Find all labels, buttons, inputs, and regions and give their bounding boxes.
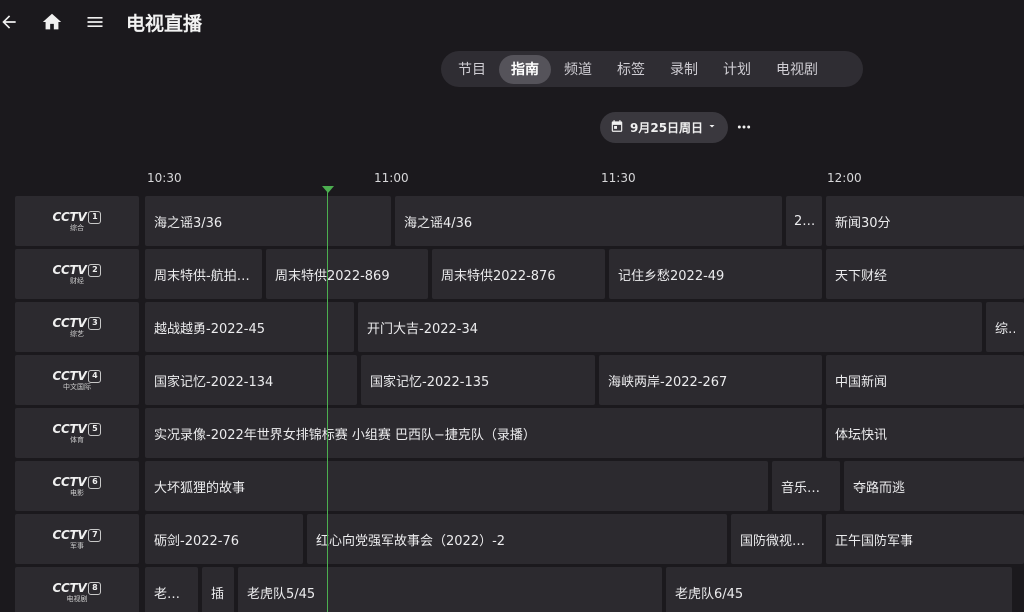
channel-logo: CCTV 2 财经	[53, 263, 102, 285]
channel-cell[interactable]: CCTV 3 综艺	[15, 302, 139, 352]
tab-channels[interactable]: 频道	[552, 55, 604, 84]
program-cell[interactable]: 砺剑-2022-76	[145, 514, 303, 564]
program-cell[interactable]: 周末特供2022-869	[266, 249, 428, 299]
channel-logo: CCTV 4 中文国际	[53, 369, 102, 391]
tab-tv-series[interactable]: 电视剧	[764, 55, 830, 84]
program-cell[interactable]: 音乐电影...	[772, 461, 840, 511]
program-cell[interactable]: 天下财经	[826, 249, 1024, 299]
channel-cell[interactable]: CCTV 8 电视剧	[15, 567, 139, 612]
page-title: 电视直播	[126, 13, 203, 35]
program-cell[interactable]: 海之谣4/36	[395, 196, 782, 246]
channel-row: CCTV 4 中文国际 国家记忆-2022-134 国家记忆-2022-135 海…	[0, 355, 1024, 405]
time-tick: 12:00	[827, 171, 862, 185]
program-cell[interactable]: 夺路而逃	[844, 461, 1024, 511]
channel-logo: CCTV 7 军事	[53, 528, 102, 550]
chevron-down-icon	[706, 120, 718, 135]
channel-logo: CCTV 5 体育	[53, 422, 102, 444]
program-cell[interactable]: 中国新闻	[826, 355, 1024, 405]
program-cell[interactable]: 红心向党强军故事会（2022）-2	[307, 514, 727, 564]
program-cell[interactable]: 海之谣3/36	[145, 196, 391, 246]
program-cell[interactable]: 记住乡愁2022-49	[609, 249, 822, 299]
view-tabs: 节目 指南 频道 标签 录制 计划 电视剧	[441, 51, 863, 87]
program-cell[interactable]: 新闻30分	[826, 196, 1024, 246]
channel-logo: CCTV 1 综合	[53, 210, 102, 232]
tab-schedule[interactable]: 计划	[711, 55, 763, 84]
time-tick: 11:00	[374, 171, 409, 185]
current-time-line	[327, 190, 328, 612]
home-icon[interactable]	[41, 11, 63, 33]
time-tick: 11:30	[601, 171, 636, 185]
channel-cell[interactable]: CCTV 5 体育	[15, 408, 139, 458]
channel-row: CCTV 5 体育 实况录像-2022年世界女排锦标赛 小组赛 巴西队−捷克队（录…	[0, 408, 1024, 458]
channel-cell[interactable]: CCTV 1 综合	[15, 196, 139, 246]
program-cell[interactable]: 老虎队6/45	[666, 567, 1012, 612]
epg-grid: CCTV1 综合 海之谣3/36 海之谣4/36 20... 新闻30分 CCT…	[0, 195, 1024, 612]
program-cell[interactable]: 国家记忆-2022-134	[145, 355, 357, 405]
program-cell[interactable]: 综艺	[986, 302, 1024, 352]
current-time-marker	[322, 186, 334, 193]
program-cell[interactable]: 国家记忆-2022-135	[361, 355, 595, 405]
channel-logo: CCTV 3 综艺	[53, 316, 102, 338]
time-tick: 10:30	[147, 171, 182, 185]
channel-logo: CCTV 8 电视剧	[53, 581, 102, 603]
timeline-header: 10:30 11:00 11:30 12:00	[0, 168, 1024, 188]
program-cell[interactable]: 20...	[786, 196, 822, 246]
program-cell[interactable]: 周末特供2022-876	[432, 249, 605, 299]
channel-row: CCTV1 综合 海之谣3/36 海之谣4/36 20... 新闻30分	[0, 196, 1024, 246]
channel-cell[interactable]: CCTV 4 中文国际	[15, 355, 139, 405]
menu-icon[interactable]	[84, 11, 106, 33]
channel-cell[interactable]: CCTV 2 财经	[15, 249, 139, 299]
program-cell[interactable]: 周末特供-航拍中...	[145, 249, 262, 299]
channel-row: CCTV 7 军事 砺剑-2022-76 红心向党强军故事会（2022）-2 国防…	[0, 514, 1024, 564]
top-bar: 电视直播	[0, 0, 1024, 44]
program-cell[interactable]: 国防微视频-...	[731, 514, 822, 564]
program-cell[interactable]: 体坛快讯	[826, 408, 1024, 458]
program-cell[interactable]: 实况录像-2022年世界女排锦标赛 小组赛 巴西队−捷克队（录播）	[145, 408, 822, 458]
back-arrow-icon[interactable]	[0, 11, 20, 33]
program-cell[interactable]: 大坏狐狸的故事	[145, 461, 768, 511]
date-label: 9月25日周日	[630, 121, 704, 135]
channel-row: CCTV3 综艺 越战越勇-2022-45 开门大吉-2022-34 综艺	[0, 302, 1024, 352]
tab-tags[interactable]: 标签	[605, 55, 657, 84]
tab-guide[interactable]: 指南	[499, 54, 551, 84]
channel-logo: CCTV 6 电影	[53, 475, 102, 497]
program-cell[interactable]: 开门大吉-2022-34	[358, 302, 982, 352]
program-cell[interactable]: 插...	[202, 567, 234, 612]
program-cell[interactable]: 老虎队5/45	[238, 567, 662, 612]
channel-cell[interactable]: CCTV 6 电影	[15, 461, 139, 511]
more-options-icon[interactable]	[734, 117, 754, 137]
program-cell[interactable]: 海峡两岸-2022-267	[599, 355, 822, 405]
date-picker-button[interactable]: 9月25日周日	[600, 112, 728, 143]
channel-cell[interactable]: CCTV 7 军事	[15, 514, 139, 564]
channel-row: CCTV8 电视剧 老虎... 插... 老虎队5/45 老虎队6/45	[0, 567, 1024, 612]
program-cell[interactable]: 正午国防军事	[826, 514, 1024, 564]
tab-recordings[interactable]: 录制	[658, 55, 710, 84]
program-cell[interactable]: 老虎...	[145, 567, 198, 612]
tab-programs[interactable]: 节目	[446, 55, 498, 84]
channel-row: CCTV 2 财经 周末特供-航拍中... 周末特供2022-869 周末特供20…	[0, 249, 1024, 299]
calendar-icon	[610, 119, 624, 136]
channel-row: CCTV6 电影 大坏狐狸的故事 音乐电影... 夺路而逃	[0, 461, 1024, 511]
program-cell[interactable]: 越战越勇-2022-45	[145, 302, 354, 352]
